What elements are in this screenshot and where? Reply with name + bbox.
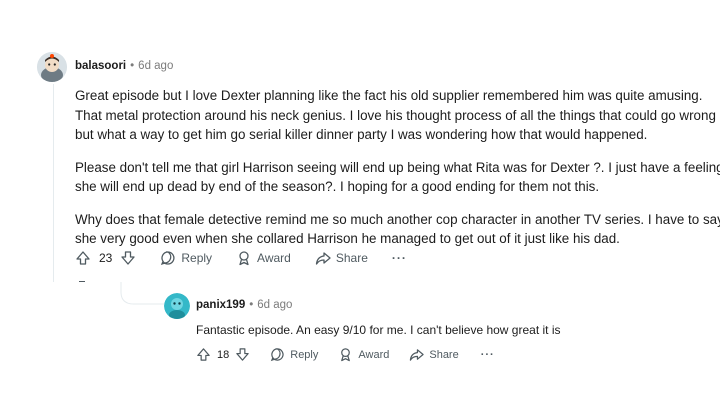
share-icon [315,250,331,266]
share-icon [409,347,425,362]
downvote-icon[interactable] [235,347,250,362]
collapse-indicator[interactable] [79,281,85,282]
share-button[interactable]: Share [409,347,459,362]
comment-line: she very good even when she collared Har… [75,231,620,246]
award-button[interactable]: Award [338,347,389,362]
award-icon [236,250,252,266]
comment-meta: balasoori • 6d ago [75,60,173,72]
thread-line[interactable] [53,84,54,282]
username[interactable]: balasoori [75,60,126,72]
comment-paragraph: Great episode but I love Dexter planning… [75,86,720,145]
reply-button[interactable]: Reply [270,347,318,362]
reply-button[interactable]: Reply [160,250,212,266]
chat-bubble-icon [160,250,176,266]
share-label: Share [429,348,459,361]
comment-paragraph: Why does that female detective remind me… [75,210,720,249]
separator-dot: • [249,299,254,311]
comment-line: Please don't tell me that girl Harrison … [75,159,720,175]
timestamp[interactable]: 6d ago [257,299,292,311]
vote-count: 23 [99,251,113,265]
username[interactable]: panix199 [196,299,245,311]
reply-label: Reply [290,348,319,361]
vote-count: 18 [217,348,230,361]
comment-paragraph: Please don't tell me that girl Harrison … [75,158,720,197]
reply-connector [120,282,164,305]
award-button[interactable]: Award [236,250,291,266]
share-button[interactable]: Share [315,250,368,266]
award-label: Award [257,251,291,265]
avatar[interactable] [37,52,67,82]
comment-line: she will end up dead by end of the seaso… [75,179,600,194]
award-icon [338,347,353,362]
upvote-icon[interactable] [196,347,211,362]
comment-body: Great episode but I love Dexter planning… [75,86,720,249]
comment-actions: 18 Reply Award Share ··· [196,347,495,362]
more-options-button[interactable]: ··· [481,349,495,361]
comment-line: That metal protection around his neck ge… [75,107,716,123]
award-label: Award [358,348,390,361]
upvote-icon[interactable] [75,250,91,266]
comment-meta: panix199 • 6d ago [196,299,292,311]
comment-line: but what a way to get him go serial kill… [75,127,648,142]
more-options-icon: ··· [480,348,495,361]
more-options-icon: ··· [391,251,407,265]
comment-line: Why does that female detective remind me… [75,211,720,227]
comment-paragraph: Fantastic episode. An easy 9/10 for me. … [196,323,561,337]
share-label: Share [335,251,368,265]
comment-actions: 23 Reply Award Share ··· [75,250,407,266]
downvote-icon[interactable] [120,250,136,266]
reply-label: Reply [181,251,213,265]
avatar[interactable] [164,293,190,319]
more-options-button[interactable]: ··· [392,251,407,265]
separator-dot: • [130,60,135,72]
chat-bubble-icon [270,347,285,362]
comment-line: Great episode but I love Dexter planning… [75,88,703,103]
timestamp[interactable]: 6d ago [138,60,173,72]
